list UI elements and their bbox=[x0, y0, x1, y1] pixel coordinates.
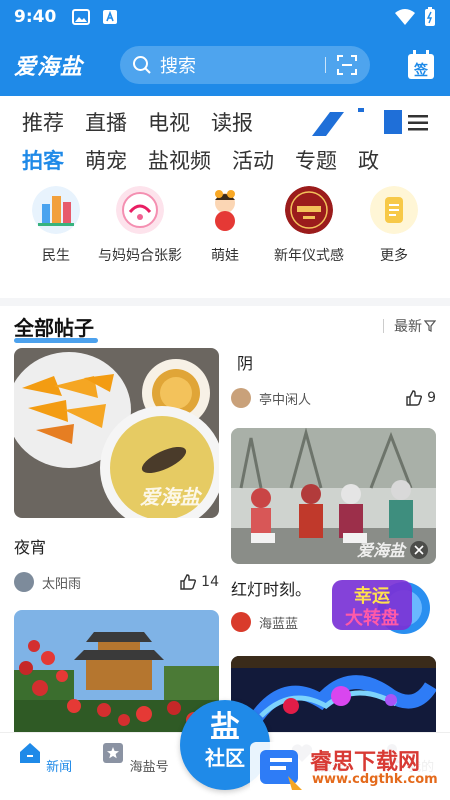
wifi-icon bbox=[395, 9, 415, 25]
category-item[interactable]: 萌娃 bbox=[183, 186, 267, 266]
tab-politics[interactable]: 政 bbox=[358, 145, 379, 175]
gallery-icon bbox=[72, 9, 91, 25]
tab-salt-video[interactable]: 盐视频 bbox=[148, 145, 211, 175]
more-icon bbox=[370, 186, 418, 234]
post-author: 海蓝蓝 bbox=[259, 616, 299, 632]
category-label: 更多 bbox=[380, 248, 408, 264]
mothers-day-icon bbox=[116, 186, 164, 234]
category-label: 民生 bbox=[42, 248, 70, 264]
city-icon bbox=[32, 186, 80, 234]
post-author: 亭中闲人 bbox=[259, 392, 312, 408]
nav-haiyan-hao[interactable]: 海盐号 bbox=[100, 741, 170, 775]
tab-newspaper[interactable]: 读报 bbox=[211, 107, 253, 137]
tab-pets[interactable]: 萌宠 bbox=[85, 145, 127, 175]
fab-line1: 盐 bbox=[210, 710, 240, 745]
home-icon bbox=[19, 743, 40, 763]
channel-menu-icon[interactable] bbox=[408, 114, 428, 132]
nav-label: 新闻 bbox=[46, 760, 73, 775]
badge-line2: 大转盘 bbox=[345, 607, 399, 629]
watermark-logo-icon bbox=[260, 750, 302, 790]
post-card[interactable]: 爱海盐 夜宵 太阳雨 14 bbox=[14, 348, 219, 592]
search-placeholder: 搜索 bbox=[160, 56, 196, 77]
thumbs-up-icon bbox=[406, 390, 423, 406]
filter-icon bbox=[424, 320, 436, 332]
sign-in-calendar-icon[interactable]: 签 bbox=[406, 49, 436, 81]
nav-news[interactable]: 新闻 bbox=[10, 741, 80, 775]
post-image: 爱海盐 bbox=[231, 428, 436, 564]
channel-tabs-secondary: 拍客 萌宠 盐视频 活动 专题 政 bbox=[0, 142, 450, 178]
site-watermark: 睿思下载网 www.cdgthk.com bbox=[250, 742, 446, 794]
status-bar: 9:40 bbox=[0, 0, 450, 34]
channel-tabs-primary: 推荐 直播 电视 读报 bbox=[0, 104, 450, 140]
sort-label: 最新 bbox=[394, 319, 422, 335]
tab-live[interactable]: 直播 bbox=[85, 107, 127, 137]
category-item[interactable]: 与妈妈合张影 bbox=[98, 186, 182, 266]
post-card[interactable]: 阴 亭中闲人 9 bbox=[231, 348, 436, 408]
avatar bbox=[14, 572, 34, 592]
like-count: 14 bbox=[201, 574, 219, 590]
category-label: 新年仪式感 bbox=[274, 248, 344, 264]
sort-control[interactable]: 最新 bbox=[383, 316, 436, 336]
image-watermark: 爱海盐 bbox=[140, 485, 203, 509]
tab-tv[interactable]: 电视 bbox=[148, 107, 190, 137]
promo-graphic[interactable] bbox=[312, 108, 404, 136]
thumbs-up-icon bbox=[180, 574, 197, 590]
sort-separator bbox=[383, 319, 384, 333]
category-item[interactable]: 新年仪式感 bbox=[267, 186, 351, 266]
post-author: 太阳雨 bbox=[42, 576, 82, 592]
post-title: 阴 bbox=[237, 354, 254, 373]
category-label: 与妈妈合张影 bbox=[98, 248, 182, 264]
new-year-icon bbox=[285, 186, 333, 234]
star-badge-icon bbox=[103, 743, 124, 763]
post-title: 夜宵 bbox=[14, 538, 47, 557]
tab-activities[interactable]: 活动 bbox=[232, 145, 274, 175]
street-photo: 爱海盐 bbox=[231, 428, 436, 564]
battery-icon bbox=[425, 7, 435, 26]
search-bar[interactable]: 搜索 bbox=[120, 46, 370, 84]
title-underline bbox=[14, 338, 98, 343]
like-control[interactable]: 9 bbox=[405, 389, 436, 407]
status-time: 9:40 bbox=[14, 7, 57, 27]
tab-recommend[interactable]: 推荐 bbox=[22, 107, 64, 137]
nav-label: 海盐号 bbox=[129, 760, 169, 775]
svg-text:签: 签 bbox=[413, 62, 429, 79]
food-photo: 爱海盐 bbox=[14, 348, 219, 518]
like-count: 9 bbox=[427, 390, 436, 406]
badge-line1: 幸运 bbox=[354, 585, 390, 607]
search-separator bbox=[325, 57, 326, 73]
lucky-wheel-badge[interactable]: 幸运 大转盘 bbox=[330, 576, 434, 636]
category-item[interactable]: 民生 bbox=[14, 186, 98, 266]
tab-topics[interactable]: 专题 bbox=[295, 145, 337, 175]
post-meta: 亭中闲人 9 bbox=[231, 388, 436, 408]
section-divider bbox=[0, 298, 450, 306]
category-label: 萌娃 bbox=[211, 248, 239, 264]
search-icon bbox=[133, 56, 151, 74]
section-title: 全部帖子 bbox=[14, 312, 98, 343]
category-item[interactable]: 更多 bbox=[352, 186, 436, 266]
scan-icon[interactable] bbox=[336, 54, 358, 76]
baby-icon bbox=[201, 186, 249, 234]
post-meta: 太阳雨 14 bbox=[14, 572, 219, 592]
section-title-text: 全部帖子 bbox=[14, 316, 94, 340]
like-control[interactable]: 14 bbox=[179, 573, 219, 591]
section-header: 全部帖子 最新 bbox=[14, 312, 436, 343]
app-logo: 爱海盐 bbox=[14, 55, 84, 80]
post-image: 爱海盐 bbox=[14, 348, 219, 518]
app-header: 爱海盐 搜索 签 bbox=[0, 34, 450, 96]
image-watermark: 爱海盐 bbox=[357, 541, 407, 560]
category-grid: 民生 与妈妈合张影 萌娃 新年仪式感 更多 bbox=[0, 186, 450, 286]
tab-paike[interactable]: 拍客 bbox=[22, 145, 64, 175]
font-a-icon bbox=[103, 10, 118, 24]
avatar bbox=[231, 388, 251, 408]
avatar bbox=[231, 612, 251, 632]
watermark-url: www.cdgthk.com bbox=[312, 772, 438, 787]
